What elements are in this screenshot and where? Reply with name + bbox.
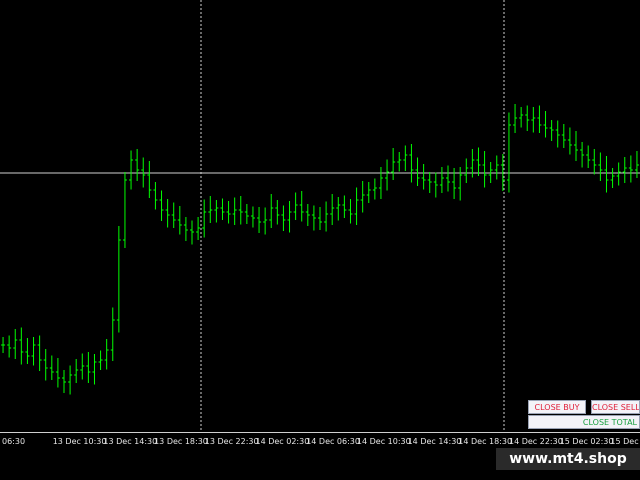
time-axis-label: 14 Dec 14:30 <box>407 437 462 446</box>
time-axis-label: 13 Dec 22:30 <box>204 437 259 446</box>
price-chart[interactable] <box>0 0 640 432</box>
time-axis-label: 14 Dec 10:30 <box>356 437 411 446</box>
time-axis-label: 14 Dec 02:30 <box>255 437 310 446</box>
time-axis-label: 14 Dec 22:30 <box>509 437 563 446</box>
close-total-button[interactable]: CLOSE TOTAL <box>528 415 640 429</box>
time-axis-label: 15 Dec 02:30 <box>559 437 614 446</box>
time-axis-label: 13 Dec 14:30 <box>103 437 158 446</box>
time-axis-label: 13 Dec 18:30 <box>154 437 208 446</box>
chart-canvas <box>0 0 640 432</box>
watermark: www.mt4.shop <box>496 448 640 470</box>
time-axis-label: 15 Dec 06:30 <box>610 437 640 446</box>
time-axis-label: 14 Dec 06:30 <box>306 437 360 446</box>
close-buy-button[interactable]: CLOSE BUY <box>528 400 586 414</box>
time-axis-label: 06:30 <box>2 437 26 446</box>
time-axis-label: 14 Dec 18:30 <box>458 437 513 446</box>
close-sell-button[interactable]: CLOSE SELL <box>591 400 640 414</box>
time-axis-label: 13 Dec 10:30 <box>52 437 107 446</box>
